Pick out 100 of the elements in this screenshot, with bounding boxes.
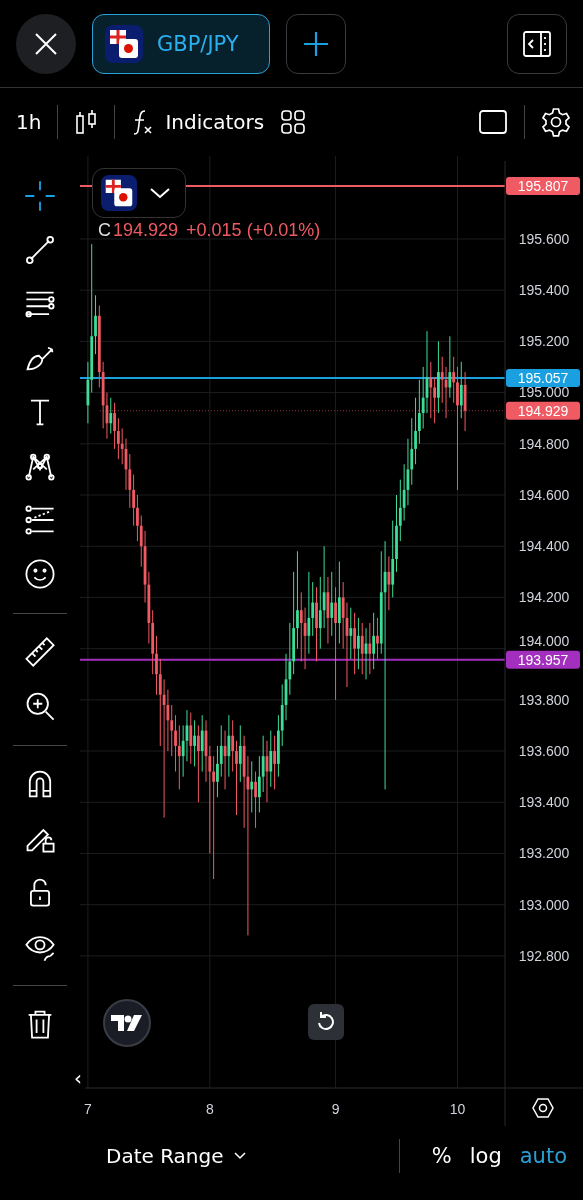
candlestick — [334, 586, 337, 701]
date-range-button[interactable]: Date Range — [106, 1144, 246, 1168]
panel-button[interactable] — [507, 13, 567, 74]
date-label: 10 — [449, 1101, 466, 1117]
ref-line-label: 195.807 — [517, 177, 569, 194]
candlestick — [376, 617, 379, 660]
scroll-left-button[interactable]: ‹ — [74, 1066, 82, 1090]
candlestick — [360, 622, 364, 675]
settings-icon — [541, 107, 571, 137]
candlestick — [116, 417, 120, 460]
candlestick — [200, 714, 204, 773]
candlestick — [162, 678, 166, 819]
price-label: 195.200 — [518, 333, 570, 350]
candlestick — [136, 494, 139, 542]
date-label: 9 — [331, 1101, 340, 1117]
candlestick — [254, 771, 257, 829]
candlestick — [212, 755, 216, 880]
candlestick — [227, 714, 231, 778]
candlestick — [459, 361, 463, 419]
price-label: 193.600 — [518, 743, 570, 760]
candlestick — [261, 735, 265, 793]
price-badge: 194.929 — [506, 401, 580, 420]
price-label: 195.400 — [518, 282, 570, 299]
price-label: 194.200 — [518, 589, 570, 606]
candlestick — [155, 635, 158, 696]
price-label: 193.000 — [518, 896, 570, 913]
candles-icon — [74, 108, 99, 136]
square-icon — [478, 109, 508, 135]
add-button[interactable] — [286, 13, 346, 74]
price-label: 194.800 — [518, 435, 570, 452]
price-label: 192.800 — [518, 947, 570, 964]
candlestick — [429, 361, 433, 419]
scale-option[interactable]: % — [431, 1144, 452, 1168]
reset-button[interactable] — [308, 1004, 344, 1040]
candlestick — [417, 379, 421, 445]
chevron-down-icon — [149, 186, 171, 200]
crosshair-icon[interactable] — [23, 179, 57, 213]
price-label: 195.600 — [518, 230, 570, 247]
candlestick — [372, 612, 376, 670]
date-label: 7 — [84, 1101, 92, 1117]
candlestick — [189, 712, 193, 765]
price-label: 193.200 — [518, 845, 570, 862]
rotate-icon — [315, 1011, 337, 1033]
price-badge: 193.957 — [506, 650, 580, 669]
logo-badge[interactable] — [103, 999, 151, 1047]
candlestick — [357, 617, 360, 670]
grid-icon — [280, 109, 307, 135]
price-label: 193.400 — [518, 794, 570, 811]
logo-icon — [110, 1013, 144, 1033]
candlestick — [414, 397, 417, 465]
horizontal-line[interactable] — [80, 658, 506, 661]
candlestick — [296, 550, 299, 650]
candlestick — [231, 719, 235, 773]
ref-line-label: 195.057 — [517, 369, 569, 386]
side-panel-icon — [522, 28, 552, 59]
interval-button[interactable]: 1h — [16, 100, 42, 144]
candlestick — [368, 622, 372, 675]
candlestick — [269, 730, 273, 788]
trend-line-icon[interactable] — [23, 233, 57, 267]
close-price: 194.929 — [113, 220, 179, 241]
ref-line-label: 193.957 — [517, 651, 569, 668]
price-badge: 195.807 — [506, 176, 580, 195]
candlestick — [452, 356, 456, 404]
candlestick — [174, 714, 177, 773]
hexagon-settings-icon[interactable] — [531, 1096, 555, 1120]
price-label: 194.600 — [518, 487, 570, 503]
close-icon — [33, 30, 59, 57]
symbol-tab[interactable]: GBP/JPY — [92, 13, 270, 74]
price-change: +0.015 (+0.01%) — [186, 220, 321, 241]
price-label: 193.800 — [518, 691, 570, 708]
price-label: 194.000 — [518, 632, 570, 649]
candlestick — [193, 719, 196, 767]
price-label: 194.400 — [518, 538, 570, 555]
symbol-button[interactable] — [92, 168, 186, 218]
smiley-icon[interactable] — [23, 557, 57, 591]
projection-icon[interactable] — [23, 503, 57, 537]
candlestick — [456, 366, 459, 491]
candlestick — [330, 571, 334, 637]
price-badge: 195.057 — [506, 369, 580, 387]
scale-option[interactable]: log — [469, 1144, 502, 1168]
plus-icon — [302, 29, 330, 58]
legend-label: C — [98, 220, 111, 241]
indicators-button[interactable]: Indicators — [131, 100, 265, 144]
ref-line-label: 194.929 — [517, 402, 569, 419]
candlestick — [273, 735, 276, 790]
candlestick — [387, 555, 391, 611]
candlestick — [109, 397, 113, 435]
candlestick — [132, 474, 136, 527]
candlestick — [94, 294, 97, 355]
candlestick — [216, 745, 219, 798]
ruler-icon[interactable] — [23, 635, 57, 669]
scale-option[interactable]: auto — [519, 1144, 567, 1168]
candlestick — [433, 376, 437, 424]
candlestick — [307, 571, 311, 655]
date-label: 8 — [205, 1101, 214, 1117]
flag-icon — [101, 175, 137, 211]
candlestick — [177, 724, 181, 790]
candlestick — [238, 724, 242, 783]
candlestick — [322, 545, 326, 629]
chevron-down-icon — [233, 1152, 246, 1160]
